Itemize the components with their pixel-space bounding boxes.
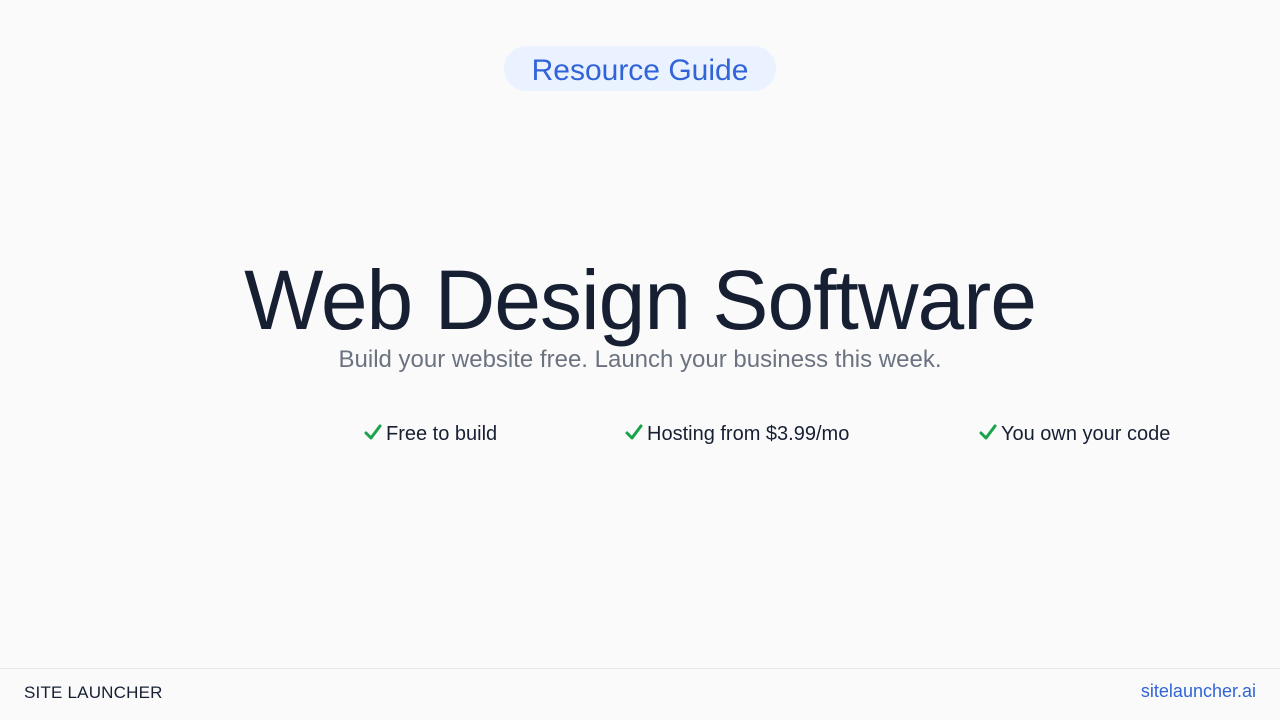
feature-own-code: You own your code (979, 420, 1170, 448)
footer: SITE LAUNCHER sitelauncher.ai (0, 668, 1280, 720)
site-link[interactable]: sitelauncher.ai (1141, 679, 1256, 703)
page-title: Web Design Software (244, 253, 1037, 347)
landing-page: Resource Guide Web Design Software Build… (0, 0, 1280, 720)
checkmark-icon (979, 424, 997, 440)
feature-hosting-price: Hosting from $3.99/mo (625, 420, 849, 448)
checkmark-icon (625, 424, 643, 440)
resource-guide-badge: Resource Guide (504, 46, 776, 91)
page-subtitle: Build your website free. Launch your bus… (338, 346, 942, 373)
feature-free-to-build: Free to build (364, 420, 497, 448)
feature-label: Free to build (386, 423, 498, 445)
feature-label: You own your code (1001, 423, 1171, 445)
checkmark-icon (364, 424, 382, 440)
feature-label: Hosting from $3.99/mo (647, 423, 850, 445)
brand-name: SITE LAUNCHER (24, 683, 163, 702)
